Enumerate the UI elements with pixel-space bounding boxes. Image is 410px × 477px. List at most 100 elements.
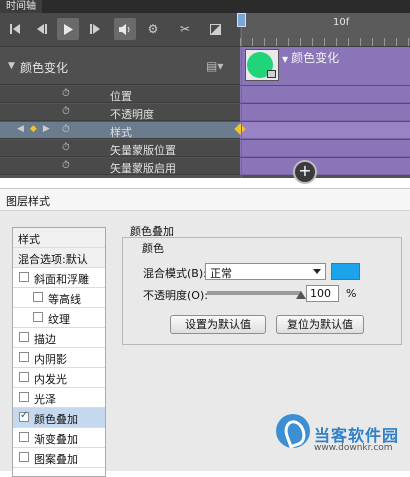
track-triangle-icon: ▼: [282, 55, 289, 64]
opacity-unit: %: [346, 287, 357, 300]
stopwatch-icon[interactable]: ⏱: [62, 160, 70, 171]
reset-default-button[interactable]: 复位为默认值: [276, 315, 364, 334]
mask-thumbnail-icon: [267, 70, 276, 78]
scissors-icon[interactable]: ✂: [174, 18, 196, 40]
style-list: 样式混合选项:默认斜面和浮雕等高线纹理描边内阴影内发光光泽颜色叠加渐变叠加图案叠…: [12, 227, 106, 477]
ruler-ticks: [240, 38, 410, 46]
first-frame-icon[interactable]: [4, 18, 26, 40]
next-frame-icon[interactable]: [84, 18, 106, 40]
style-list-item[interactable]: 内阴影: [13, 348, 105, 368]
style-list-label: 光泽: [34, 393, 56, 406]
style-list-item[interactable]: 内发光: [13, 368, 105, 388]
property-row[interactable]: ◀◆▶ ⏱ 样式: [0, 122, 240, 139]
film-strip-icon[interactable]: ▤▾: [206, 59, 223, 73]
blend-mode-value: 正常: [210, 267, 232, 280]
property-row[interactable]: ⏱ 位置: [0, 86, 240, 103]
style-list-item[interactable]: 渐变叠加: [13, 428, 105, 448]
stopwatch-icon[interactable]: ⏱: [62, 106, 70, 117]
style-list-label: 描边: [34, 333, 56, 346]
property-label: 矢量蒙版位置: [110, 144, 176, 157]
blend-mode-label: 混合模式(B):: [143, 267, 207, 280]
chevron-down-icon: [313, 269, 321, 274]
sub-title: 颜色: [140, 240, 166, 256]
stopwatch-icon[interactable]: ⏱: [62, 142, 70, 153]
style-list-item[interactable]: 等高线: [13, 288, 105, 308]
style-list-label: 图案叠加: [34, 453, 78, 466]
style-list-item[interactable]: 斜面和浮雕: [13, 268, 105, 288]
style-checkbox[interactable]: [19, 372, 29, 382]
layer-name: 颜色变化: [20, 61, 69, 75]
style-list-label: 内阴影: [34, 353, 67, 366]
gear-icon[interactable]: ⚙: [142, 18, 164, 40]
layer-header-row[interactable]: ▼ 颜色变化 ▤▾: [0, 47, 240, 85]
timeline-panel: 时间轴 ⚙ ✂ 10f ▼ 颜色变化 ▤▾ ▼ 颜色变化 ⏱ 位置 ⏱ 不透明度…: [0, 0, 410, 178]
style-checkbox[interactable]: [33, 292, 43, 302]
stopwatch-icon[interactable]: ⏱: [62, 88, 70, 99]
stopwatch-icon[interactable]: ⏱: [62, 124, 70, 135]
style-checkbox[interactable]: [19, 392, 29, 402]
add-media-button[interactable]: +: [293, 160, 317, 184]
layer-thumbnail: [245, 49, 279, 81]
time-ruler[interactable]: 10f: [240, 13, 410, 47]
property-track[interactable]: [240, 104, 410, 121]
property-row[interactable]: ⏱ 矢量蒙版位置: [0, 140, 240, 157]
overlay-color-swatch[interactable]: [331, 263, 360, 280]
style-list-item[interactable]: 混合选项:默认: [13, 248, 105, 268]
watermark-url: www.downkr.com: [314, 443, 393, 453]
blend-mode-select[interactable]: 正常: [205, 263, 326, 280]
style-checkbox[interactable]: [19, 452, 29, 462]
style-checkbox[interactable]: [19, 332, 29, 342]
keyframe-diamond-icon[interactable]: ◆: [30, 124, 43, 134]
opacity-slider-track[interactable]: [207, 291, 301, 295]
property-track[interactable]: [240, 158, 410, 175]
style-checkbox[interactable]: [19, 272, 29, 282]
style-checkbox[interactable]: [19, 410, 29, 422]
property-label: 位置: [110, 90, 132, 103]
timeline-toolbar: ⚙ ✂: [0, 13, 240, 47]
style-list-item[interactable]: 颜色叠加: [13, 408, 105, 428]
timeline-tab[interactable]: 时间轴: [0, 0, 42, 13]
style-checkbox[interactable]: [33, 312, 43, 322]
opacity-slider-fill: [208, 292, 300, 294]
style-list-label: 内发光: [34, 373, 67, 386]
prev-frame-icon[interactable]: [30, 18, 52, 40]
property-row[interactable]: ⏱ 不透明度: [0, 104, 240, 121]
style-list-label: 混合选项:默认: [18, 253, 88, 266]
watermark-logo: [276, 414, 310, 448]
property-label: 不透明度: [110, 108, 154, 121]
opacity-input[interactable]: 100: [306, 285, 339, 302]
property-label: 样式: [110, 126, 132, 139]
ruler-frame-label: 10f: [333, 17, 350, 28]
style-checkbox[interactable]: [19, 352, 29, 362]
property-row[interactable]: ⏱ 矢量蒙版启用: [0, 158, 240, 175]
opacity-slider-thumb[interactable]: [296, 291, 306, 299]
style-list-label: 渐变叠加: [34, 433, 78, 446]
collapse-triangle-icon[interactable]: ▼: [8, 61, 15, 71]
style-list-item[interactable]: 样式: [13, 228, 105, 248]
transition-icon[interactable]: [204, 18, 226, 40]
style-list-item[interactable]: 图案叠加: [13, 448, 105, 468]
style-list-label: 纹理: [48, 313, 70, 326]
property-track[interactable]: [240, 122, 410, 139]
style-checkbox[interactable]: [19, 432, 29, 442]
style-list-item[interactable]: 纹理: [13, 308, 105, 328]
style-list-label: 样式: [18, 233, 40, 246]
property-track[interactable]: [240, 86, 410, 103]
playhead-line: [241, 27, 242, 178]
style-list-item[interactable]: 描边: [13, 328, 105, 348]
opacity-label: 不透明度(O):: [143, 289, 208, 302]
property-track[interactable]: [240, 140, 410, 157]
keyframe-navigator[interactable]: ◀◆▶: [17, 124, 56, 134]
audio-icon[interactable]: [114, 18, 136, 40]
style-list-label: 等高线: [48, 293, 81, 306]
make-default-button[interactable]: 设置为默认值: [170, 315, 266, 334]
track-title-label: 颜色变化: [291, 51, 340, 65]
track-title: ▼ 颜色变化: [282, 49, 339, 66]
dialog-titlebar[interactable]: 图层样式: [0, 189, 410, 211]
playhead-handle[interactable]: [237, 13, 246, 27]
style-list-label: 颜色叠加: [34, 413, 78, 426]
dialog-title: 图层样式: [6, 195, 50, 208]
play-icon[interactable]: [57, 18, 79, 40]
timeline-tab-bar: [0, 0, 410, 13]
style-list-item[interactable]: 光泽: [13, 388, 105, 408]
